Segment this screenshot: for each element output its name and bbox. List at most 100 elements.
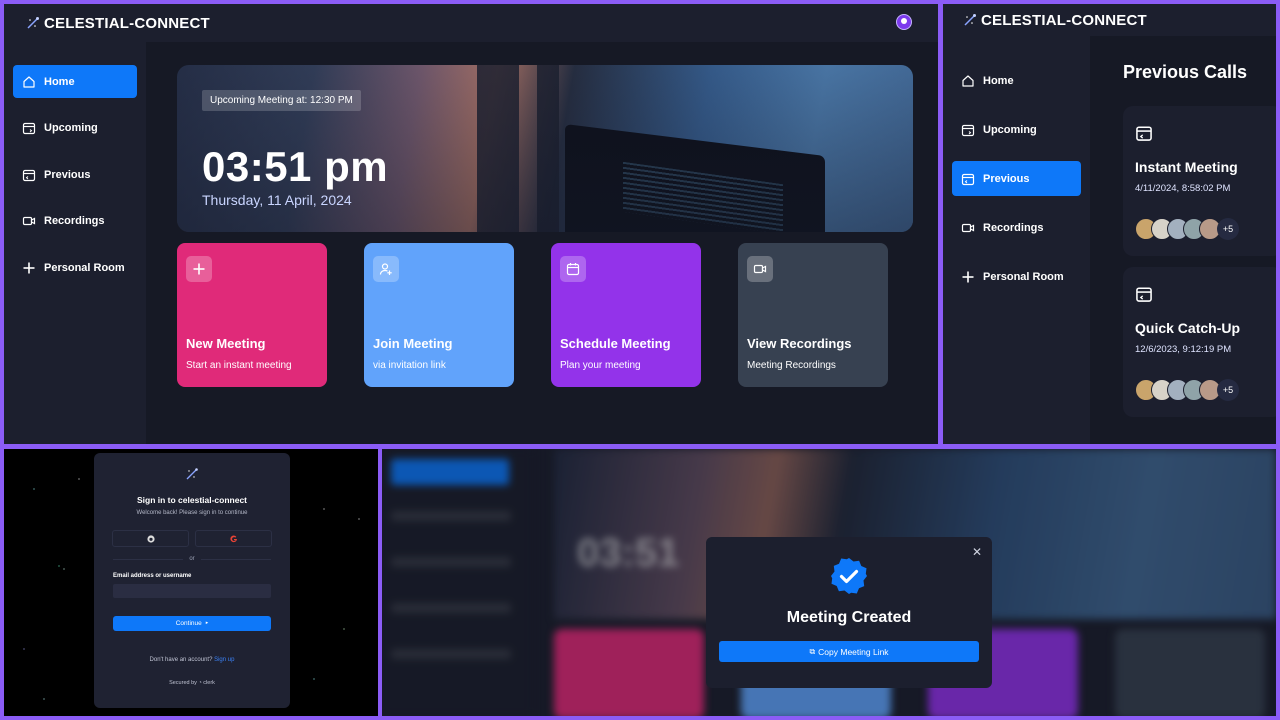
sidebar-item-recordings[interactable]: Recordings (13, 205, 137, 238)
sign-in-title: Sign in to celestial-connect (136, 495, 248, 505)
video-icon (22, 214, 36, 228)
sidebar-item-label: Personal Room (44, 261, 125, 274)
sidebar-item-upcoming[interactable]: Upcoming (13, 112, 137, 145)
copy-meeting-link-button[interactable]: ⧉ Copy Meeting Link (719, 641, 979, 662)
continue-label: Continue (175, 619, 202, 627)
github-login-button[interactable] (112, 530, 189, 547)
schedule-meeting-card[interactable]: Schedule Meeting Plan your meeting (551, 243, 701, 387)
page-title: Previous Calls (1123, 62, 1248, 82)
google-login-button[interactable] (195, 530, 272, 547)
card-title: Join Meeting (373, 336, 453, 351)
call-title: Instant Meeting (1135, 159, 1238, 175)
card-title: New Meeting (186, 336, 266, 351)
top-navbar: CELESTIAL-CONNECT (4, 4, 938, 42)
email-label: Email address or username (113, 573, 192, 579)
social-login-row (94, 530, 290, 547)
user-plus-icon (373, 256, 399, 282)
sidebar-item-personal-room[interactable]: Personal Room (13, 251, 137, 284)
card-subtitle: via invitation link (373, 360, 446, 371)
continue-button[interactable]: Continue ▸ (113, 615, 271, 631)
sidebar-item-home[interactable]: Home (13, 65, 137, 98)
previous-calls-panel: CELESTIAL-CONNECT Home Upcoming Previous… (943, 4, 1276, 444)
card-subtitle: Start an instant meeting (186, 360, 292, 371)
calendar-previous-icon (22, 168, 36, 182)
join-meeting-card[interactable]: Join Meeting via invitation link (364, 243, 514, 387)
participant-avatars: +5 (1135, 379, 1271, 401)
user-avatar[interactable] (896, 14, 912, 30)
calendar-previous-icon (1135, 287, 1153, 307)
sidebar-item-upcoming[interactable]: Upcoming (952, 112, 1081, 147)
logo-icon[interactable] (963, 13, 977, 27)
previous-main: Previous Calls Instant Meeting 4/11/2024… (1090, 36, 1276, 444)
email-field[interactable] (113, 584, 271, 598)
home-icon (961, 74, 975, 88)
plus-icon (22, 261, 36, 275)
call-card[interactable]: Quick Catch-Up 12/6/2023, 9:12:19 PM +5 (1123, 267, 1276, 417)
participant-avatars: +5 (1135, 218, 1271, 240)
brand-name[interactable]: CELESTIAL-CONNECT (981, 12, 1147, 29)
sign-in-panel: Sign in to celestial-connect Welcome bac… (4, 449, 378, 716)
sign-in-card: Sign in to celestial-connect Welcome bac… (94, 453, 290, 708)
clerk-logo-icon: ◔ (198, 679, 202, 686)
sidebar-item-personal-room[interactable]: Personal Room (952, 259, 1081, 294)
verified-check-icon (830, 557, 868, 595)
sign-up-link[interactable]: Sign up (214, 657, 234, 663)
sidebar-item-label: Previous (983, 172, 1030, 185)
sidebar-item-home[interactable]: Home (952, 63, 1081, 98)
view-recordings-card[interactable]: View Recordings Meeting Recordings (738, 243, 888, 387)
divider-or: or (94, 556, 290, 562)
brand-name[interactable]: CELESTIAL-CONNECT (44, 15, 210, 32)
calendar-previous-icon (1135, 126, 1153, 146)
sidebar: Home Upcoming Previous Recordings Person… (943, 36, 1090, 444)
meeting-created-panel: 03:51 ✕ Meeting Created ⧉ Copy Meeting L… (382, 449, 1276, 716)
google-icon (229, 535, 237, 542)
no-account-row: Don't have an account? Sign up (94, 657, 290, 663)
meeting-created-modal: ✕ Meeting Created ⧉ Copy Meeting Link (706, 537, 992, 688)
upcoming-meeting-pill: Upcoming Meeting at: 12:30 PM (202, 90, 361, 111)
calendar-upcoming-icon (22, 121, 36, 135)
logo-icon (185, 467, 199, 481)
plus-icon (961, 270, 975, 284)
call-card[interactable]: Instant Meeting 4/11/2024, 8:58:02 PM +5 (1123, 106, 1276, 256)
card-subtitle: Plan your meeting (560, 360, 641, 371)
call-datetime: 12/6/2023, 9:12:19 PM (1135, 344, 1232, 355)
sidebar-item-label: Upcoming (44, 122, 98, 134)
sidebar-item-label: Home (983, 74, 1014, 87)
video-icon (747, 256, 773, 282)
card-title: Schedule Meeting (560, 336, 671, 351)
secured-by-row: Secured by ◔ clerk (94, 680, 290, 686)
call-datetime: 4/11/2024, 8:58:02 PM (1135, 183, 1231, 194)
logo-icon[interactable] (26, 16, 40, 30)
sidebar-item-previous[interactable]: Previous (952, 161, 1081, 196)
sidebar-item-previous[interactable]: Previous (13, 158, 137, 191)
current-date: Thursday, 11 April, 2024 (202, 192, 352, 208)
new-meeting-card[interactable]: New Meeting Start an instant meeting (177, 243, 327, 387)
copy-icon: ⧉ (809, 646, 816, 656)
more-participants-badge: +5 (1217, 379, 1239, 401)
more-participants-badge: +5 (1217, 218, 1239, 240)
sidebar-item-label: Recordings (44, 215, 105, 227)
no-account-text: Don't have an account? (149, 656, 213, 663)
top-navbar: CELESTIAL-CONNECT (943, 4, 1276, 36)
sidebar-item-label: Previous (44, 168, 91, 181)
sidebar-item-recordings[interactable]: Recordings (952, 210, 1081, 245)
caret-right-icon: ▸ (205, 620, 209, 626)
close-icon[interactable]: ✕ (972, 545, 982, 559)
calendar-icon (560, 256, 586, 282)
home-screen-panel: CELESTIAL-CONNECT Home Upcoming Previous… (4, 4, 938, 444)
calendar-previous-icon (961, 172, 975, 186)
sidebar: Home Upcoming Previous Recordings Person… (4, 42, 146, 444)
card-title: View Recordings (747, 336, 852, 351)
sign-in-subtitle: Welcome back! Please sign in to continue (136, 510, 248, 516)
provider-name: clerk (203, 679, 215, 686)
hero-banner: Upcoming Meeting at: 12:30 PM 03:51 pm T… (177, 65, 913, 232)
sidebar-item-label: Home (44, 75, 75, 88)
plus-icon (186, 256, 212, 282)
sidebar-item-label: Upcoming (983, 123, 1037, 136)
call-title: Quick Catch-Up (1135, 320, 1241, 336)
calendar-upcoming-icon (961, 123, 975, 137)
github-icon (146, 534, 155, 543)
card-subtitle: Meeting Recordings (747, 360, 836, 371)
current-time: 03:51 pm (202, 143, 389, 190)
sidebar-item-label: Personal Room (983, 270, 1064, 283)
